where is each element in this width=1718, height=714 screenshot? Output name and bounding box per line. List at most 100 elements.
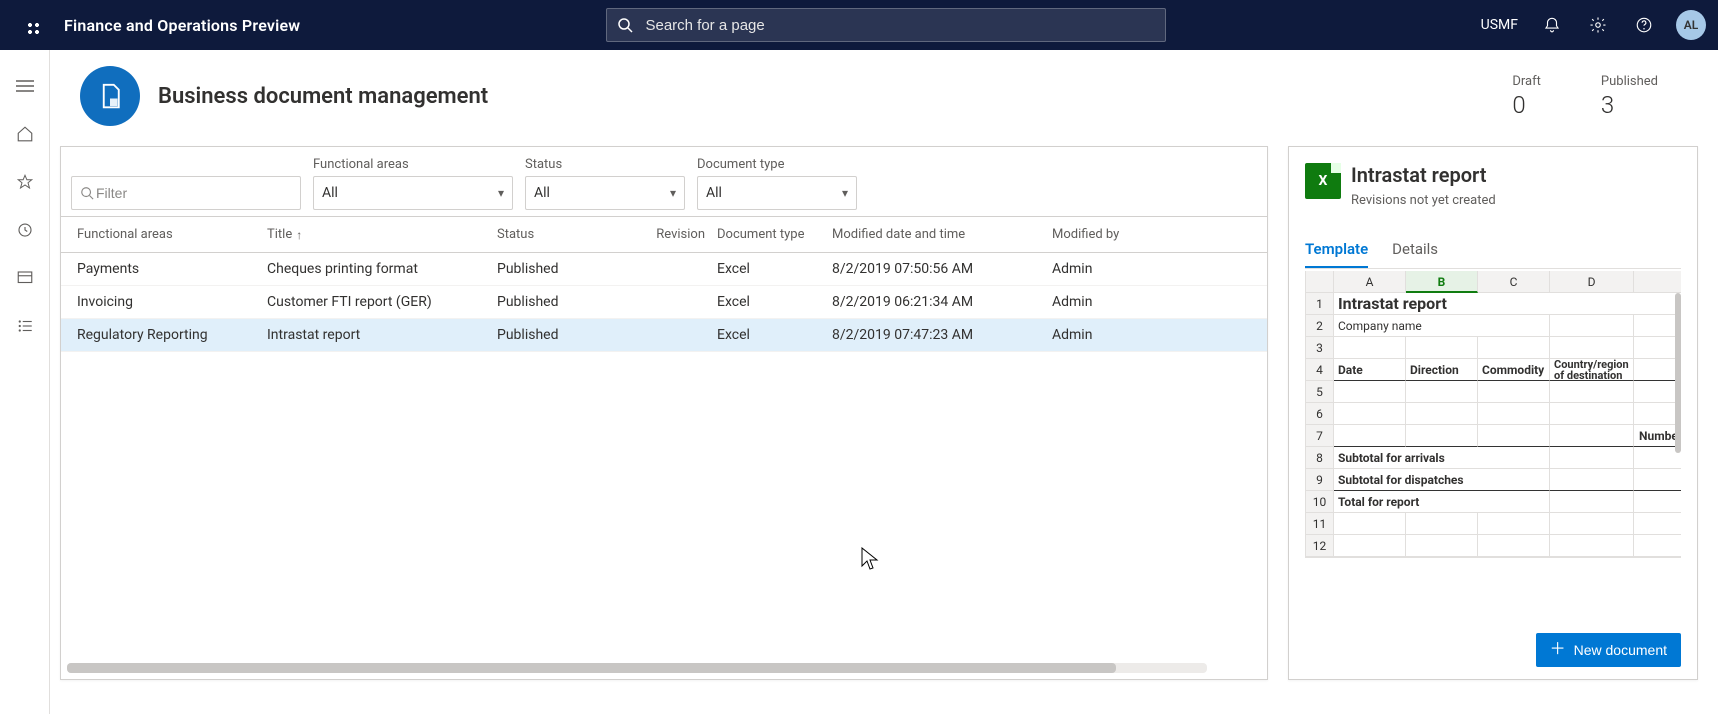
filters: . Functional areas All ▾ [61, 147, 1267, 216]
preview-subtitle: Revisions not yet created [1351, 193, 1496, 208]
col-head-d[interactable]: D [1550, 271, 1634, 293]
nav-toggle[interactable] [5, 66, 45, 106]
new-document-button[interactable]: ＋ New document [1536, 633, 1681, 667]
app-launcher[interactable] [12, 7, 48, 43]
col-modified[interactable]: Modified date and time [826, 227, 1046, 242]
filter-label-areas: Functional areas [313, 157, 513, 172]
settings-button[interactable] [1578, 5, 1618, 45]
cell-title: Cheques printing format [261, 261, 491, 277]
grid-body: PaymentsCheques printing format Published… [61, 253, 1267, 657]
spreadsheet-preview[interactable]: A B C D 1Intrastat report 2Company name … [1305, 271, 1681, 558]
row-head[interactable]: 3 [1306, 337, 1334, 359]
filter-select-doctype[interactable]: All ▾ [697, 176, 857, 210]
table-row[interactable]: Regulatory ReportingIntrastat reportPubl… [61, 319, 1267, 352]
row-head[interactable]: 5 [1306, 381, 1334, 403]
filter-select-status[interactable]: All ▾ [525, 176, 685, 210]
row-head[interactable]: 4 [1306, 359, 1334, 381]
filter-search[interactable] [71, 176, 301, 210]
kpi-label: Draft [1512, 74, 1541, 89]
global-search[interactable] [606, 8, 1166, 42]
cell: Commodity [1478, 359, 1550, 381]
sheet-vertical-scrollbar[interactable] [1675, 293, 1681, 453]
tab-details[interactable]: Details [1392, 232, 1438, 268]
chevron-down-icon: ▾ [842, 186, 848, 200]
filter-select-value: All [534, 185, 550, 201]
page-header: Business document management Draft 0 Pub… [50, 50, 1718, 146]
clock-icon [16, 221, 34, 239]
avatar[interactable]: AL [1676, 10, 1706, 40]
bell-icon [1543, 16, 1561, 34]
row-head[interactable]: 9 [1306, 469, 1334, 491]
table-row[interactable]: PaymentsCheques printing formatPublished… [61, 253, 1267, 286]
search-icon [617, 17, 633, 33]
row-head[interactable]: 10 [1306, 491, 1334, 513]
kpi-value: 3 [1601, 91, 1658, 119]
col-doctype[interactable]: Document type [711, 227, 826, 242]
nav-workspaces[interactable] [5, 258, 45, 298]
row-head[interactable]: 1 [1306, 293, 1334, 315]
filter-input[interactable] [94, 184, 292, 202]
table-row[interactable]: InvoicingCustomer FTI report (GER)Publis… [61, 286, 1267, 319]
nav-favorites[interactable] [5, 162, 45, 202]
row-head[interactable]: 6 [1306, 403, 1334, 425]
nav-modules[interactable] [5, 306, 45, 346]
filter-select-areas[interactable]: All ▾ [313, 176, 513, 210]
row-head[interactable]: 7 [1306, 425, 1334, 447]
search-icon [80, 186, 94, 200]
col-head-e[interactable] [1634, 271, 1681, 293]
row-head[interactable]: 11 [1306, 513, 1334, 535]
hamburger-icon [16, 79, 34, 93]
cell: Company name [1334, 315, 1550, 337]
scrollbar-thumb[interactable] [67, 663, 1116, 673]
cell-title: Intrastat report [261, 327, 491, 343]
cell-doctype: Excel [711, 294, 826, 310]
kpi-label: Published [1601, 74, 1658, 89]
nav-recent[interactable] [5, 210, 45, 250]
row-head[interactable]: 2 [1306, 315, 1334, 337]
cell: Country/region of destination [1550, 359, 1634, 381]
cell: Subtotal for dispatches [1334, 469, 1550, 491]
col-functional-areas[interactable]: Functional areas [71, 227, 261, 242]
workspace-icon [16, 269, 34, 287]
kpi-draft[interactable]: Draft 0 [1512, 74, 1541, 119]
star-icon [16, 173, 34, 191]
kpi-published[interactable]: Published 3 [1601, 74, 1658, 119]
modules-icon [16, 317, 34, 335]
col-status[interactable]: Status [491, 227, 651, 242]
tab-template[interactable]: Template [1305, 232, 1368, 268]
search-input[interactable] [643, 16, 1155, 35]
col-head-b[interactable]: B [1406, 271, 1478, 293]
notifications-button[interactable] [1532, 5, 1572, 45]
cell-doctype: Excel [711, 261, 826, 277]
cell-area: Payments [71, 261, 261, 277]
filter-select-value: All [322, 185, 338, 201]
help-button[interactable] [1624, 5, 1664, 45]
cell: Intrastat report [1334, 293, 1681, 315]
preview-panel: X Intrastat report Revisions not yet cre… [1288, 146, 1698, 680]
cell-area: Invoicing [71, 294, 261, 310]
document-icon [95, 81, 125, 111]
cell: Direction [1406, 359, 1478, 381]
row-head[interactable]: 8 [1306, 447, 1334, 469]
filter-label-doctype: Document type [697, 157, 857, 172]
cell-title: Customer FTI report (GER) [261, 294, 491, 310]
cell-status: Published [491, 327, 651, 343]
topbar-right: USMF AL [1473, 5, 1706, 45]
home-icon [16, 125, 34, 143]
grid-horizontal-scrollbar[interactable] [67, 663, 1207, 673]
cell-status: Published [491, 294, 651, 310]
col-head-c[interactable]: C [1478, 271, 1550, 293]
new-document-label: New document [1574, 642, 1667, 658]
cell: Date [1334, 359, 1406, 381]
row-head[interactable]: 12 [1306, 535, 1334, 557]
col-by[interactable]: Modified by [1046, 227, 1186, 242]
preview-tabs: Template Details [1305, 232, 1681, 269]
company-code[interactable]: USMF [1473, 17, 1526, 33]
chevron-down-icon: ▾ [670, 186, 676, 200]
col-head-a[interactable]: A [1334, 271, 1406, 293]
kpi-value: 0 [1512, 91, 1541, 119]
col-revision[interactable]: Revision [651, 227, 711, 242]
cell: Number of lines [1634, 425, 1681, 447]
nav-home[interactable] [5, 114, 45, 154]
col-title[interactable]: Title ↑ [261, 227, 491, 242]
